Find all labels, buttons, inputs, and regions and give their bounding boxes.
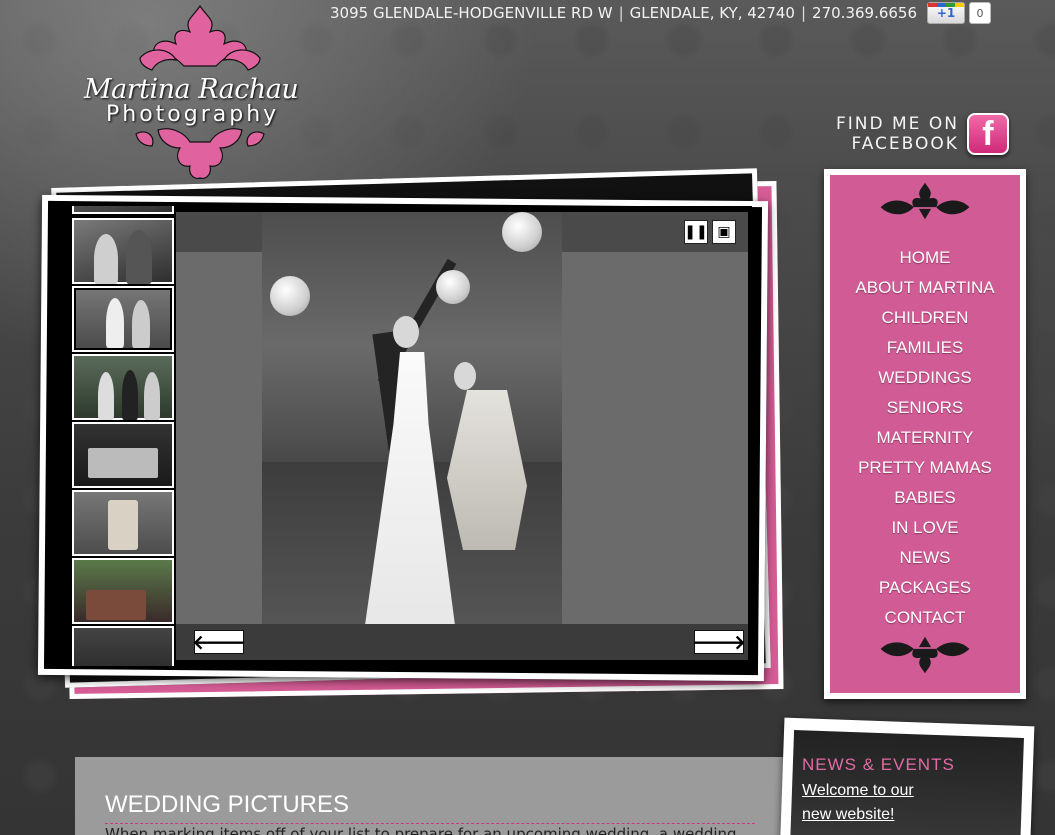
thumbnail[interactable] bbox=[72, 354, 174, 420]
thumbnail[interactable] bbox=[72, 422, 174, 488]
phone-text: 270.369.6656 bbox=[812, 4, 918, 22]
nav-item-maternity[interactable]: MATERNITY bbox=[830, 423, 1020, 453]
nav-item-weddings[interactable]: WEDDINGS bbox=[830, 363, 1020, 393]
facebook-line-1: FIND ME ON bbox=[836, 114, 959, 134]
nav-item-home[interactable]: HOME bbox=[830, 243, 1020, 273]
main-photo bbox=[262, 212, 562, 660]
title-divider bbox=[105, 823, 755, 824]
nav-item-children[interactable]: CHILDREN bbox=[830, 303, 1020, 333]
thumbnail[interactable] bbox=[72, 206, 174, 214]
intro-text: When marking items off of your list to p… bbox=[105, 825, 737, 835]
photo-bride-head bbox=[393, 316, 419, 348]
site-logo[interactable]: Martina Rachau Photography bbox=[80, 2, 320, 182]
pause-icon[interactable]: ❚❚ bbox=[684, 220, 708, 244]
facebook-text: FIND ME ON FACEBOOK bbox=[836, 114, 959, 154]
slideshow-viewer: ❚❚ ▣ 🡐 🡒 bbox=[66, 206, 752, 666]
thumbnail-selected[interactable] bbox=[72, 286, 174, 352]
arrow-right-icon[interactable]: 🡒 bbox=[692, 630, 746, 654]
google-plus-widget: +1 0 bbox=[927, 2, 992, 24]
slideshow-stage: ❚❚ ▣ 🡐 🡒 bbox=[176, 212, 748, 660]
slideshow-bottom-bar bbox=[176, 624, 748, 660]
photo-groom-head bbox=[454, 362, 476, 390]
thumbnail[interactable] bbox=[72, 218, 174, 284]
logo-script-text: Martina Rachau bbox=[84, 74, 299, 105]
nav-item-news[interactable]: NEWS bbox=[830, 543, 1020, 573]
nav-item-babies[interactable]: BABIES bbox=[830, 483, 1020, 513]
facebook-icon[interactable]: f bbox=[966, 113, 1009, 155]
news-title: NEWS & EVENTS bbox=[802, 755, 955, 774]
nav-item-contact[interactable]: CONTACT bbox=[830, 603, 1020, 633]
photo-lantern bbox=[436, 270, 470, 304]
photo-lantern bbox=[270, 276, 310, 316]
facebook-line-2: FACEBOOK bbox=[851, 134, 959, 154]
nav-item-about[interactable]: ABOUT MARTINA bbox=[830, 273, 1020, 303]
google-plus-count: 0 bbox=[969, 2, 992, 24]
nav-menu: HOME ABOUT MARTINA CHILDREN FAMILIES WED… bbox=[830, 243, 1020, 633]
nav-item-seniors[interactable]: SENIORS bbox=[830, 393, 1020, 423]
arrow-left-icon[interactable]: 🡐 bbox=[192, 630, 246, 654]
nav-item-pretty-mamas[interactable]: PRETTY MAMAS bbox=[830, 453, 1020, 483]
damask-top-icon bbox=[880, 182, 970, 220]
city-text: GLENDALE, KY, 42740 bbox=[629, 4, 795, 22]
content-panel: WEDDING PICTURES When marking items off … bbox=[75, 757, 785, 835]
separator: | bbox=[618, 4, 624, 22]
facebook-link[interactable]: FIND ME ON FACEBOOK f bbox=[836, 113, 1009, 155]
thumbnail[interactable] bbox=[72, 490, 174, 556]
thumbnail-strip[interactable] bbox=[72, 206, 174, 666]
address-text: 3095 GLENDALE-HODGENVILLE RD W bbox=[330, 4, 613, 22]
contact-bar: 3095 GLENDALE-HODGENVILLE RD W | GLENDAL… bbox=[330, 2, 992, 24]
thumbnail[interactable] bbox=[72, 558, 174, 624]
google-plus-one-button[interactable]: +1 bbox=[927, 2, 966, 24]
damask-bottom-icon bbox=[880, 636, 970, 674]
main-navigation: HOME ABOUT MARTINA CHILDREN FAMILIES WED… bbox=[824, 169, 1026, 699]
nav-item-in-love[interactable]: IN LOVE bbox=[830, 513, 1020, 543]
separator: | bbox=[800, 4, 807, 22]
news-link[interactable]: Welcome to our new website! bbox=[802, 779, 942, 827]
fullscreen-icon[interactable]: ▣ bbox=[712, 220, 736, 244]
thumbnail[interactable] bbox=[72, 626, 174, 666]
photo-lantern bbox=[502, 212, 542, 252]
logo-subtitle: Photography bbox=[106, 102, 280, 127]
nav-item-packages[interactable]: PACKAGES bbox=[830, 573, 1020, 603]
page-title: WEDDING PICTURES bbox=[105, 791, 350, 818]
nav-item-families[interactable]: FAMILIES bbox=[830, 333, 1020, 363]
photo-groom bbox=[447, 390, 527, 550]
